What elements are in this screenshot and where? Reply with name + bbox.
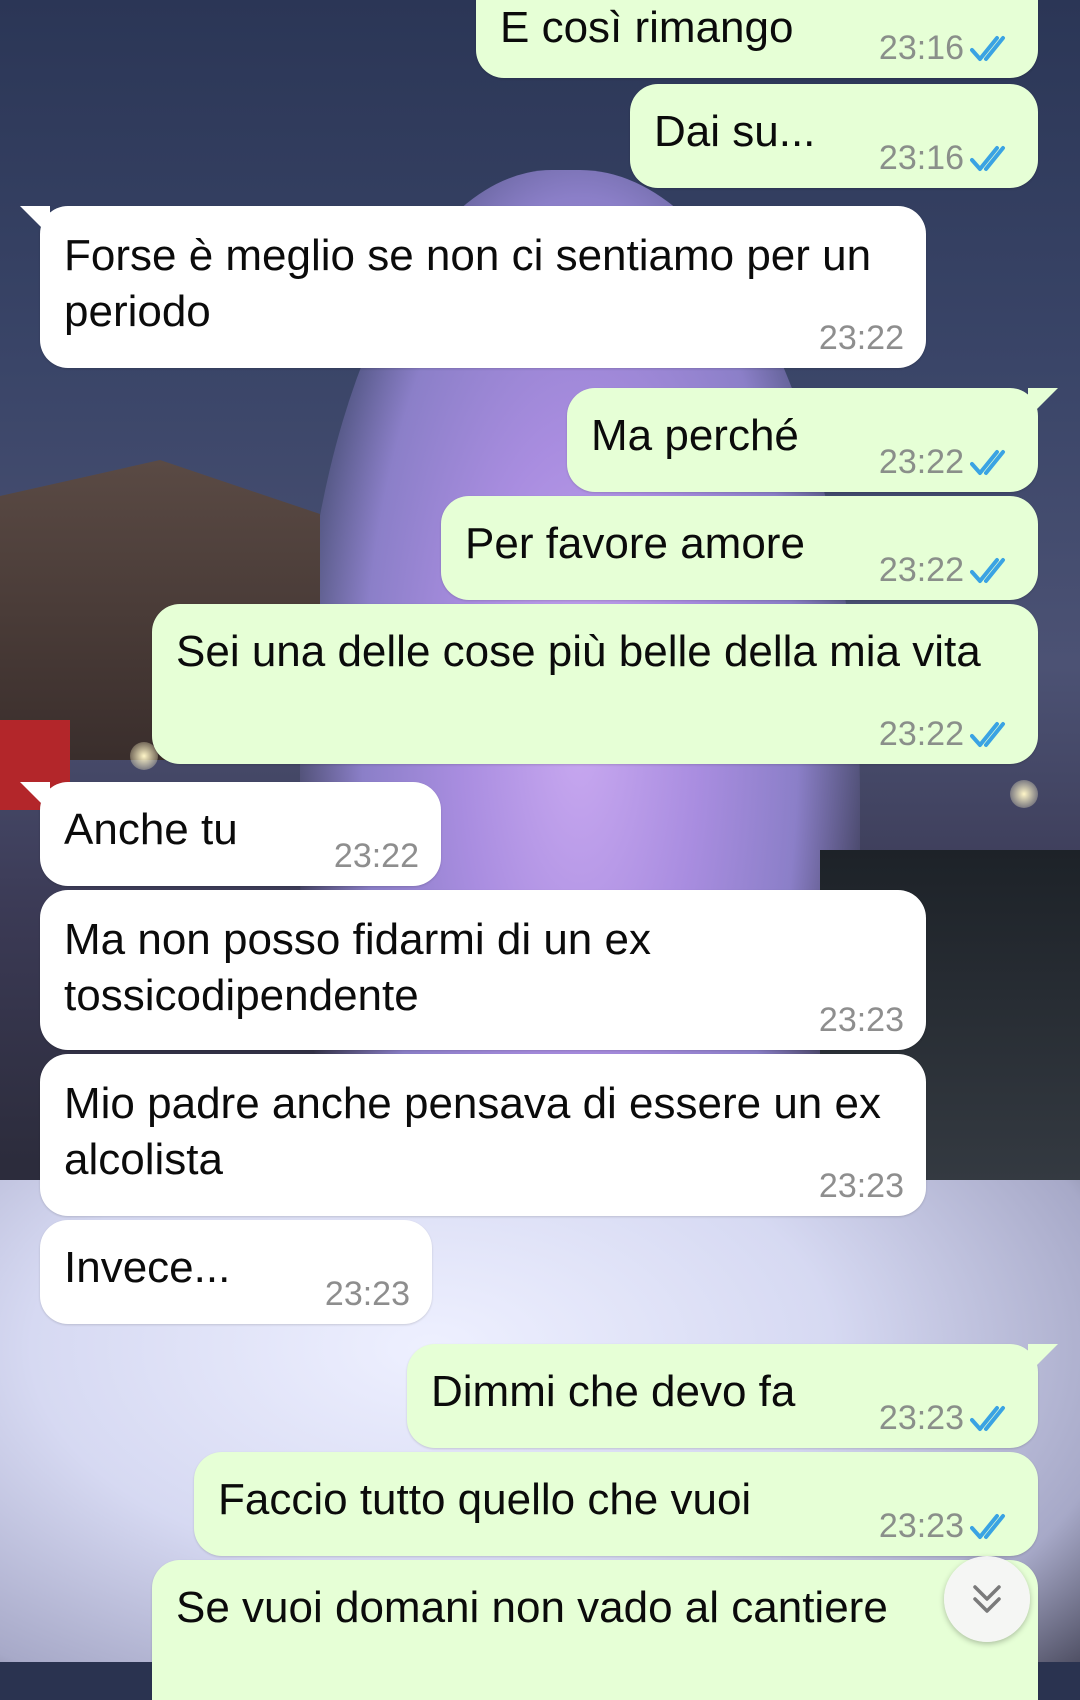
bubble-tail [20,206,50,236]
message-bubble-outgoing[interactable]: E così rimango 23:16 [476,0,1038,78]
message-text: Forse è meglio se non ci sentiamo per un… [64,231,872,336]
message-meta: 23:22 [819,319,904,358]
message-meta: 23:23 [819,1001,904,1040]
message-bubble-outgoing[interactable]: Ma perché 23:22 [567,388,1058,492]
message-text: Invece... [64,1243,231,1292]
message-text: Dimmi che devo fa [431,1367,796,1416]
double-check-icon [970,557,1005,583]
message-text: Dai su... [654,107,816,156]
double-check-icon [970,449,1005,475]
message-time: 23:22 [333,837,419,875]
double-check-icon [970,721,1005,747]
message-time: 23:22 [878,715,964,753]
message-time: 23:22 [878,551,964,589]
message-meta: 23:22 [879,715,1016,754]
message-text: E così rimango [500,3,794,52]
message-meta: 23:23 [879,1507,1016,1546]
double-check-icon [970,35,1005,61]
message-time: 23:22 [818,319,904,357]
message-time: 23:16 [878,139,964,177]
message-text: Faccio tutto quello che vuoi [218,1475,752,1524]
message-meta: 23:23 [819,1167,904,1206]
bubble-tail [1028,1344,1058,1374]
message-meta: 23:22 [879,443,1016,482]
message-bubble-incoming[interactable]: Mio padre anche pensava di essere un ex … [40,1054,926,1216]
message-meta: 23:22 [334,837,419,876]
message-time: 23:23 [878,1507,964,1545]
message-time: 23:16 [878,29,964,67]
message-bubble-outgoing[interactable]: Se vuoi domani non vado al cantiere [152,1560,1038,1700]
double-chevron-down-icon [973,1585,1001,1613]
scroll-to-bottom-button[interactable] [944,1556,1030,1642]
message-time: 23:23 [878,1399,964,1437]
double-check-icon [970,145,1005,171]
message-time: 23:23 [324,1275,410,1313]
message-time: 23:23 [818,1001,904,1039]
message-bubble-incoming[interactable]: Anche tu 23:22 [20,782,441,886]
message-bubble-outgoing[interactable]: Faccio tutto quello che vuoi 23:23 [194,1452,1038,1556]
message-text: Sei una delle cose più belle della mia v… [176,627,981,676]
message-meta: 23:16 [879,139,1016,178]
message-text: Ma perché [591,411,799,460]
double-check-icon [970,1513,1005,1539]
message-text: Se vuoi domani non vado al cantiere [176,1583,888,1632]
message-meta: 23:22 [879,551,1016,590]
bubble-tail [20,782,50,812]
message-bubble-incoming[interactable]: Invece... 23:23 [40,1220,432,1324]
message-meta: 23:16 [879,29,1016,68]
message-list[interactable]: E così rimango 23:16 Dai su... 23:16 For… [0,0,1080,1700]
message-text: Mio padre anche pensava di essere un ex … [64,1079,881,1184]
message-text: Per favore amore [465,519,805,568]
double-check-icon [970,1405,1005,1431]
message-bubble-outgoing[interactable]: Dimmi che devo fa 23:23 [407,1344,1058,1448]
message-meta: 23:23 [879,1399,1016,1438]
message-bubble-incoming[interactable]: Forse è meglio se non ci sentiamo per un… [20,206,926,368]
message-time: 23:23 [818,1167,904,1205]
message-time: 23:22 [878,443,964,481]
message-text: Anche tu [64,805,238,854]
message-bubble-outgoing[interactable]: Sei una delle cose più belle della mia v… [152,604,1038,764]
bubble-tail [1028,388,1058,418]
message-bubble-outgoing[interactable]: Per favore amore 23:22 [441,496,1038,600]
message-text: Ma non posso fidarmi di un ex tossicodip… [64,915,651,1020]
message-meta: 23:23 [325,1275,410,1314]
message-bubble-outgoing[interactable]: Dai su... 23:16 [630,84,1038,188]
message-bubble-incoming[interactable]: Ma non posso fidarmi di un ex tossicodip… [40,890,926,1050]
